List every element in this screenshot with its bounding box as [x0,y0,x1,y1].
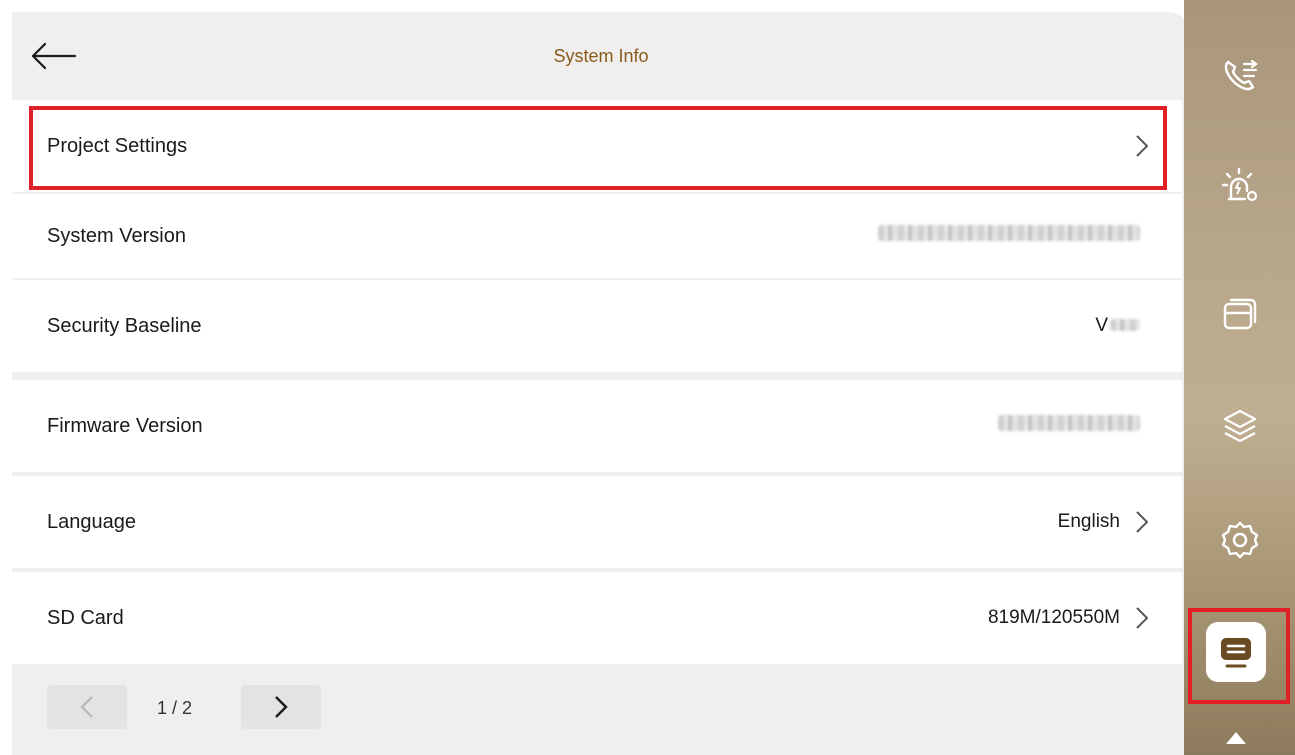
system-version-value [878,225,1140,247]
chevron-right-icon [275,696,288,718]
chevron-right-icon [1132,509,1152,535]
pagination: 1 / 2 [12,670,1182,755]
call-settings-icon [1224,59,1258,91]
chevron-right-icon [1132,133,1152,159]
card-icon [1223,298,1257,330]
main-panel: System Info Project Settings System Vers… [12,12,1190,755]
firmware-version-value [998,415,1140,437]
header: System Info [12,12,1190,100]
project-settings-row[interactable]: Project Settings [12,100,1182,192]
language-value: English [1057,511,1120,532]
alarm-settings-icon [1221,167,1258,202]
language-label: Language [47,510,136,533]
system-info-icon [1221,638,1251,668]
page-indicator: 1 / 2 [157,698,193,718]
security-baseline-row: Security Baseline V [12,280,1182,372]
chevron-right-icon [1132,605,1152,631]
previous-page-button[interactable] [47,685,127,729]
system-version-row: System Version [12,194,1182,278]
sidebar-item-card[interactable] [1212,286,1268,342]
sidebar-item-system-info[interactable] [1206,622,1266,682]
sd-card-value: 819M/120550M [987,607,1120,628]
chevron-left-icon [80,696,93,718]
scroll-up-arrow-icon[interactable] [1226,732,1246,744]
security-baseline-value: V [1095,315,1140,337]
next-page-button[interactable] [241,685,321,729]
firmware-version-row: Firmware Version [12,380,1182,472]
firmware-version-label: Firmware Version [47,414,203,437]
language-row[interactable]: Language English [12,476,1182,568]
sidebar-item-settings[interactable] [1212,512,1268,568]
layers-icon [1223,409,1257,443]
gear-icon [1221,521,1259,559]
sd-card-row[interactable]: SD Card 819M/120550M [12,572,1182,664]
sd-card-label: SD Card [47,606,124,629]
project-settings-label: Project Settings [47,134,188,157]
page-title: System Info [553,46,649,66]
sidebar-item-alarm-settings[interactable] [1212,158,1268,214]
security-baseline-label: Security Baseline [47,314,202,337]
system-version-label: System Version [47,224,186,247]
sidebar-item-call-settings[interactable] [1212,48,1268,104]
sidebar-item-layers[interactable] [1212,398,1268,454]
